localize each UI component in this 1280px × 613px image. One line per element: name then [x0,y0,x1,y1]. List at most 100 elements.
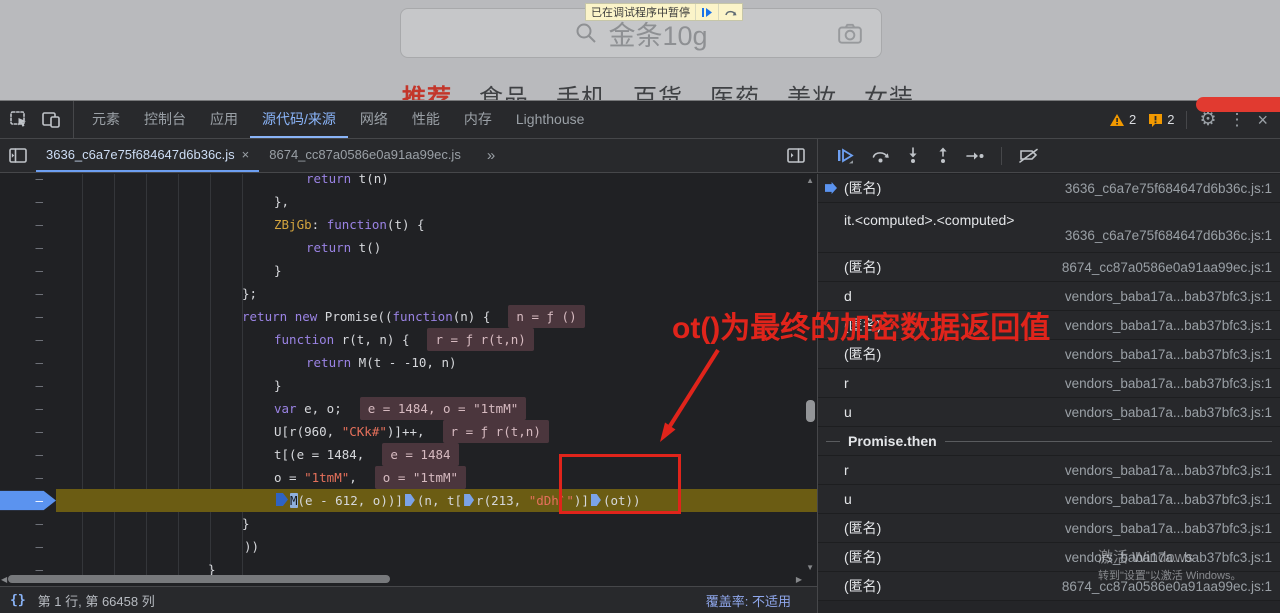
code-line[interactable]: –return t() [0,236,817,259]
pretty-print-icon[interactable]: {} [10,593,26,608]
frame-location-link[interactable]: vendors_baba17a...bab37bfc3.js:1 [1065,318,1272,333]
device-toolbar-icon[interactable] [42,112,61,128]
frame-location-link[interactable]: vendors_baba17a...bab37bfc3.js:1 [1065,492,1272,507]
close-devtools-icon[interactable]: × [1257,111,1268,129]
more-options-kebab-icon[interactable]: ⋮ [1228,111,1245,128]
console-warnings-counter[interactable]: 2 [1109,112,1136,127]
scroll-up-arrow[interactable]: ▲ [806,176,814,185]
devtools-tab-内存[interactable]: 内存 [452,101,504,138]
devtools-tab-控制台[interactable]: 控制台 [132,101,198,138]
current-position-marker[interactable] [276,493,288,506]
devtools-tab-应用[interactable]: 应用 [198,101,250,138]
code-text: U[r(960, "CKk#")]++,r = ƒ r(t,n) [56,420,549,443]
inspect-element-icon[interactable] [10,111,28,128]
file-tab-second[interactable]: 8674_cc87a0586e0a91aa99ec.js [259,139,471,172]
frame-location-link[interactable]: 8674_cc87a0586e0a91aa99ec.js:1 [1062,260,1272,275]
call-stack-frame[interactable]: uvendors_baba17a...bab37bfc3.js:1 [818,398,1280,427]
frame-location-link[interactable]: vendors_baba17a...bab37bfc3.js:1 [1065,376,1272,391]
call-stack-frame[interactable]: (匿名)8674_cc87a0586e0a91aa99ec.js:1 [818,253,1280,282]
token: t[(e = 1484, [274,447,364,462]
toggle-debugger-sidebar-icon[interactable] [787,139,817,172]
coverage-link[interactable]: 覆盖率: 不适用 [706,591,791,610]
frame-location-link[interactable]: 3636_c6a7e75f684647d6b36c.js:1 [1065,228,1272,243]
issues-counter[interactable]: 2 [1148,112,1174,127]
more-tabs-chevron[interactable]: » [471,139,509,172]
code-line[interactable]: –} [0,259,817,282]
scroll-down-arrow[interactable]: ▼ [806,563,814,572]
token: } [274,378,282,393]
browser-page-dimmed: 金条10g 已在调试程序中暂停 推荐食品手机百货医药美妆女装 [0,0,1280,100]
code-line[interactable]: –} [0,512,817,535]
call-stack-frame[interactable]: rvendors_baba17a...bab37bfc3.js:1 [818,456,1280,485]
call-stack-frame[interactable]: (匿名)vendors_baba17a...bab37bfc3.js:1 [818,514,1280,543]
step-into-button[interactable] [906,147,920,164]
toast-step-icon[interactable] [718,4,742,20]
call-stack-frame[interactable]: uvendors_baba17a...bab37bfc3.js:1 [818,485,1280,514]
file-tabs-bar: 3636_c6a7e75f684647d6b36c.js × 8674_cc87… [0,139,818,172]
token: M(t - -10, n) [351,355,456,370]
gutter-fold-marker: – [0,213,56,236]
inline-breakpoint-marker[interactable] [464,494,474,506]
devtools-tab-Lighthouse[interactable]: Lighthouse [504,101,597,138]
gutter-fold-marker: – [0,305,56,328]
call-stack-list: (匿名)3636_c6a7e75f684647d6b36c.js:1it.<co… [818,174,1280,601]
code-line[interactable]: –)) [0,535,817,558]
frame-location-link[interactable]: vendors_baba17a...bab37bfc3.js:1 [1065,463,1272,478]
vertical-scrollbar-thumb[interactable] [806,400,815,422]
frame-function-name: it.<computed>.<computed> [844,212,1272,228]
step-out-button[interactable] [936,147,950,164]
devtools-tab-性能[interactable]: 性能 [400,101,452,138]
code-line[interactable]: –o = "1tmM",o = "1tmM" [0,466,817,489]
inline-breakpoint-marker[interactable] [405,494,415,506]
token: var [274,401,297,416]
devtools-tab-源代码/来源[interactable]: 源代码/来源 [250,101,348,138]
code-line[interactable]: –return t(n) [0,174,817,190]
code-line[interactable]: –M(e - 612, o))](n, t[r(213, "dDh`")](ot… [0,489,817,512]
step-over-button[interactable] [871,148,890,164]
frame-location-link[interactable]: vendors_baba17a...bab37bfc3.js:1 [1065,521,1272,536]
watermark-line1: 激活 Windows [1098,547,1242,569]
frame-location-link[interactable]: vendors_baba17a...bab37bfc3.js:1 [1065,347,1272,362]
code-text: o = "1tmM",o = "1tmM" [56,466,466,489]
frame-location-link[interactable]: vendors_baba17a...bab37bfc3.js:1 [1065,405,1272,420]
code-line[interactable]: –}; [0,282,817,305]
frame-location-link[interactable]: 3636_c6a7e75f684647d6b36c.js:1 [1065,181,1272,196]
call-stack-frame[interactable]: it.<computed>.<computed>3636_c6a7e75f684… [818,203,1280,253]
call-stack-frame[interactable]: (匿名)3636_c6a7e75f684647d6b36c.js:1 [818,174,1280,203]
gutter-fold-marker: – [0,374,56,397]
annotation-rectangle [559,454,681,514]
call-stack-frame[interactable]: rvendors_baba17a...bab37bfc3.js:1 [818,369,1280,398]
devtools-tab-网络[interactable]: 网络 [348,101,400,138]
scroll-right-arrow[interactable]: ▶ [796,575,802,584]
horizontal-scrollbar[interactable] [0,575,803,584]
deactivate-breakpoints-button[interactable] [1018,148,1040,164]
gutter-fold-marker: – [0,420,56,443]
camera-icon[interactable] [837,21,863,47]
devtools-tab-元素[interactable]: 元素 [80,101,132,138]
token: )]++, [387,424,425,439]
scroll-left-arrow[interactable]: ◀ [1,575,7,584]
token: } [274,263,282,278]
toast-resume-icon[interactable] [695,4,718,20]
token: , [349,470,357,485]
close-tab-icon[interactable]: × [242,147,250,162]
file-tab-active[interactable]: 3636_c6a7e75f684647d6b36c.js × [36,139,259,172]
code-text: } [56,374,282,397]
show-navigator-icon[interactable] [0,139,36,172]
code-text: )) [56,535,259,558]
code-line[interactable]: –}, [0,190,817,213]
inline-value-badge: n = ƒ () [508,305,584,328]
token: Promise(( [317,309,392,324]
frame-location-link[interactable]: vendors_baba17a...bab37bfc3.js:1 [1065,289,1272,304]
debugger-controls [818,139,1280,172]
code-text: } [56,259,282,282]
cursor-position-label: 第 1 行, 第 66458 列 [38,591,155,610]
inline-value-badge: r = ƒ r(t,n) [443,420,549,443]
horizontal-scrollbar-thumb[interactable] [8,575,390,583]
settings-gear-icon[interactable]: ⚙ [1199,110,1216,129]
resume-script-button[interactable] [836,148,855,164]
step-button[interactable] [966,150,985,162]
code-line[interactable]: –ZBjGb: function(t) { [0,213,817,236]
inline-value-badge: o = "1tmM" [375,466,466,489]
token: (n, t[ [417,493,462,508]
